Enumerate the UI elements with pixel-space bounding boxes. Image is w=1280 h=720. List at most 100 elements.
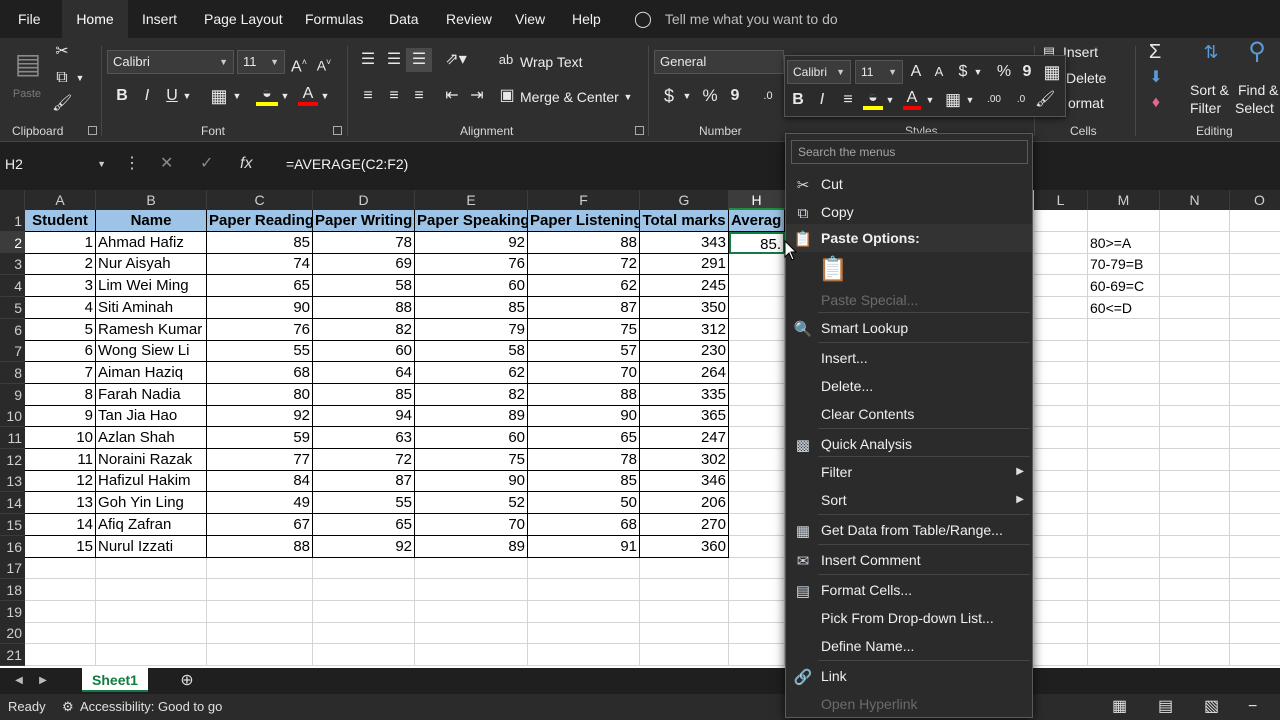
table-cell[interactable]: 91 (528, 535, 640, 558)
table-cell[interactable]: 270 (640, 513, 729, 536)
tab-view[interactable]: View (511, 0, 549, 38)
grid-cell[interactable] (313, 600, 415, 623)
table-cell[interactable]: 312 (640, 318, 729, 341)
grid-cell[interactable] (729, 600, 785, 623)
delete-cells-button[interactable]: Delete (1066, 66, 1106, 90)
fill-color-icon[interactable]: ◒ (863, 86, 883, 110)
align-middle-icon[interactable]: ☰ (383, 48, 405, 72)
decrease-font-icon[interactable]: A (931, 60, 947, 84)
table-cell[interactable]: 13 (25, 492, 96, 515)
grid-cell[interactable] (640, 578, 729, 601)
grid-cell[interactable] (1034, 557, 1088, 580)
grid-cell[interactable] (207, 578, 313, 601)
grid-cell[interactable] (1230, 232, 1280, 254)
chevron-down-icon[interactable]: ▼ (182, 84, 192, 108)
table-cell[interactable]: Wong Siew Li (96, 340, 207, 363)
column-header-h[interactable]: H (729, 190, 785, 210)
grid-cell[interactable] (1088, 210, 1160, 232)
table-cell[interactable]: 12 (25, 470, 96, 493)
decrease-decimal-icon[interactable]: .0 (1011, 88, 1031, 112)
grid-cell[interactable] (1230, 644, 1280, 666)
borders-icon[interactable]: ▦ (208, 84, 230, 108)
paste-icon[interactable]: ▤ (10, 44, 46, 84)
grid-cell[interactable] (207, 622, 313, 645)
tab-data[interactable]: Data (385, 0, 423, 38)
table-cell[interactable]: 6 (25, 340, 96, 363)
mini-size-dropdown[interactable]: 11 ▼ (855, 60, 903, 84)
grid-cell[interactable] (1088, 513, 1160, 536)
align-center-icon[interactable]: ≡ (837, 88, 859, 112)
table-cell[interactable] (729, 448, 785, 471)
table-cell[interactable]: 90 (528, 405, 640, 428)
table-cell[interactable]: 75 (415, 448, 528, 471)
grid-cell[interactable] (1034, 578, 1088, 601)
table-cell[interactable]: 52 (415, 492, 528, 515)
row-header[interactable]: 2 (0, 231, 25, 254)
row-header[interactable]: 14 (0, 492, 25, 515)
grid-cell[interactable] (1160, 578, 1230, 601)
table-cell[interactable]: 63 (313, 427, 415, 449)
table-cell[interactable]: 335 (640, 383, 729, 406)
tab-file[interactable]: File (14, 0, 45, 38)
clear-icon[interactable]: ♦ (1146, 91, 1166, 115)
table-cell[interactable]: 350 (640, 296, 729, 319)
table-cell[interactable]: 85 (528, 470, 640, 493)
grid-cell[interactable] (1230, 492, 1280, 515)
table-cell[interactable]: 70 (528, 361, 640, 384)
insert-function-icon[interactable]: fx (240, 150, 252, 178)
row-header[interactable]: 19 (0, 600, 25, 623)
table-cell[interactable]: 49 (207, 492, 313, 515)
column-header-b[interactable]: B (96, 190, 207, 210)
row-header[interactable]: 9 (0, 383, 25, 406)
grid-cell[interactable] (1034, 275, 1088, 298)
fill-icon[interactable]: ⬇ (1146, 66, 1166, 90)
grid-cell[interactable] (313, 557, 415, 580)
grid-cell[interactable] (1160, 600, 1230, 623)
currency-icon[interactable]: $ (955, 60, 971, 84)
find-select-label-2[interactable]: Select (1235, 96, 1274, 120)
table-cell[interactable]: Nur Aisyah (96, 253, 207, 276)
grid-cell[interactable] (1088, 318, 1160, 341)
grid-cell[interactable] (313, 622, 415, 645)
row-header[interactable]: 21 (0, 644, 25, 666)
menu-item-cut[interactable]: ✂ Cut (786, 170, 1032, 198)
table-cell[interactable]: Azlan Shah (96, 427, 207, 449)
scroll-left-icon[interactable]: ◀ (12, 669, 26, 693)
table-cell[interactable]: 62 (415, 361, 528, 384)
table-cell[interactable]: 59 (207, 427, 313, 449)
grid-cell[interactable] (528, 578, 640, 601)
table-cell[interactable]: 62 (528, 275, 640, 298)
orientation-icon[interactable]: ⇗▾ (441, 48, 471, 72)
grid-cell[interactable] (1160, 513, 1230, 536)
sheet-tab-sheet1[interactable]: Sheet1 (82, 668, 148, 692)
percent-icon[interactable]: % (995, 60, 1013, 84)
table-cell[interactable]: 88 (313, 296, 415, 319)
grid-cell[interactable] (1088, 405, 1160, 428)
table-cell[interactable]: 89 (415, 405, 528, 428)
row-header[interactable]: 3 (0, 253, 25, 276)
grid-cell[interactable] (207, 644, 313, 666)
grid-cell[interactable] (1230, 514, 1280, 536)
menu-item-copy[interactable]: ⧉ Copy (786, 198, 1032, 226)
grid-cell[interactable] (1230, 340, 1280, 363)
menu-item-smart-lookup[interactable]: 🔍 Smart Lookup (786, 314, 1032, 342)
table-cell[interactable]: Ahmad Hafiz (96, 231, 207, 254)
menu-search-input[interactable]: Search the menus (791, 140, 1028, 164)
table-header-cell[interactable]: Paper Listening (528, 210, 640, 232)
grid-cell[interactable] (25, 600, 96, 623)
decrease-font-icon[interactable]: A˅ (315, 50, 333, 74)
table-cell[interactable]: 302 (640, 448, 729, 471)
table-cell[interactable]: 50 (528, 492, 640, 515)
percent-icon[interactable]: % (700, 84, 720, 108)
underline-icon[interactable]: U (163, 84, 181, 108)
table-cell[interactable] (729, 318, 785, 341)
table-cell[interactable] (729, 253, 785, 276)
table-cell[interactable]: Aiman Haziq (96, 361, 207, 384)
table-cell[interactable]: 68 (528, 513, 640, 536)
decimal-icon[interactable]: .0 (756, 84, 780, 108)
grid-cell[interactable] (313, 644, 415, 666)
table-header-cell[interactable]: Name (96, 210, 207, 232)
row-header[interactable]: 16 (0, 535, 25, 558)
table-cell[interactable]: 60 (415, 275, 528, 298)
tab-page-layout[interactable]: Page Layout (200, 0, 287, 38)
